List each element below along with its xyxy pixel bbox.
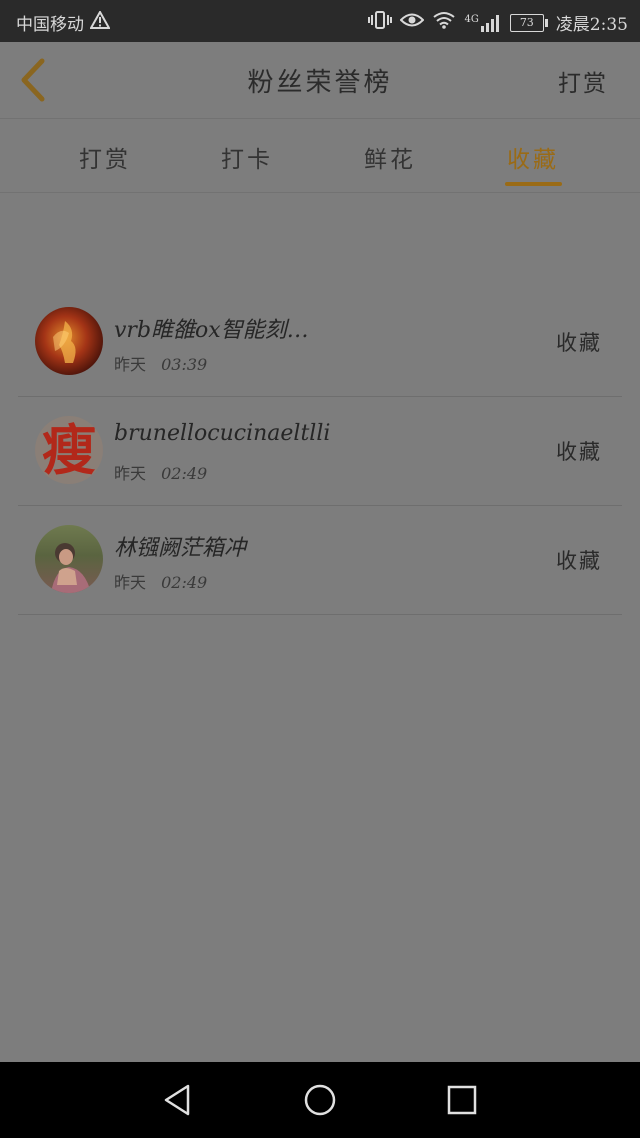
timestamp-day: 昨天 bbox=[114, 464, 147, 483]
tab-favorites[interactable]: 收藏 bbox=[473, 140, 593, 174]
action-label: 收藏 bbox=[556, 549, 602, 573]
timestamp-time: 02:49 bbox=[161, 464, 208, 483]
recents-square-icon[interactable] bbox=[444, 1082, 480, 1118]
home-circle-icon[interactable] bbox=[302, 1082, 338, 1118]
fan-name: vrb睢雒ox智能刻… bbox=[114, 318, 309, 343]
signal-icon: 4G bbox=[464, 14, 501, 32]
reward-button[interactable]: 打赏 bbox=[558, 64, 608, 98]
active-tab-indicator bbox=[505, 182, 562, 186]
network-type-label: 4G bbox=[464, 13, 479, 25]
back-triangle-icon[interactable] bbox=[160, 1082, 196, 1118]
status-bar: 中国移动 4G 73 凌晨2:35 bbox=[0, 0, 640, 42]
fan-name: 林镪阙茫箱冲 bbox=[114, 536, 247, 561]
timestamp: 昨天 03:39 bbox=[114, 351, 217, 375]
eye-icon bbox=[400, 11, 425, 34]
timestamp-day: 昨天 bbox=[114, 355, 147, 374]
action-label: 收藏 bbox=[556, 440, 602, 464]
action-label: 收藏 bbox=[556, 331, 602, 355]
avatar-logo-text: 瘦 bbox=[42, 418, 96, 482]
timestamp-time: 02:49 bbox=[161, 573, 208, 592]
nav-bar: 粉丝荣誉榜 打赏 bbox=[0, 42, 640, 119]
tab-checkin[interactable]: 打卡 bbox=[187, 140, 307, 174]
tab-reward[interactable]: 打赏 bbox=[45, 140, 165, 174]
clock-label: 凌晨2:35 bbox=[555, 15, 628, 35]
list-item[interactable]: vrb睢雒ox智能刻… 昨天 03:39 收藏 bbox=[18, 288, 622, 397]
list-item[interactable]: 林镪阙茫箱冲 昨天 02:49 收藏 bbox=[18, 506, 622, 615]
timestamp-time: 03:39 bbox=[161, 355, 208, 374]
tab-bar: 打赏 打卡 鲜花 收藏 bbox=[0, 118, 640, 193]
timestamp-day: 昨天 bbox=[114, 573, 147, 592]
system-nav-bar bbox=[0, 1062, 640, 1138]
avatar[interactable]: 瘦 bbox=[35, 416, 103, 484]
avatar[interactable] bbox=[35, 307, 103, 375]
carrier-label: 中国移动 bbox=[16, 15, 84, 35]
fan-list: vrb睢雒ox智能刻… 昨天 03:39 收藏 瘦 brunellocucina… bbox=[18, 288, 622, 615]
tab-flowers[interactable]: 鲜花 bbox=[330, 140, 450, 174]
fan-name: brunellocucinaeltlli bbox=[114, 421, 331, 446]
warning-icon bbox=[89, 9, 111, 34]
timestamp: 昨天 02:49 bbox=[114, 569, 217, 593]
list-item[interactable]: 瘦 brunellocucinaeltlli 昨天 02:49 收藏 bbox=[18, 397, 622, 506]
vibrate-icon bbox=[368, 10, 393, 35]
avatar[interactable] bbox=[35, 525, 103, 593]
battery-icon: 73 bbox=[509, 13, 548, 32]
wifi-icon bbox=[432, 11, 456, 34]
page-title: 粉丝荣誉榜 bbox=[247, 68, 393, 98]
timestamp: 昨天 02:49 bbox=[114, 460, 217, 484]
